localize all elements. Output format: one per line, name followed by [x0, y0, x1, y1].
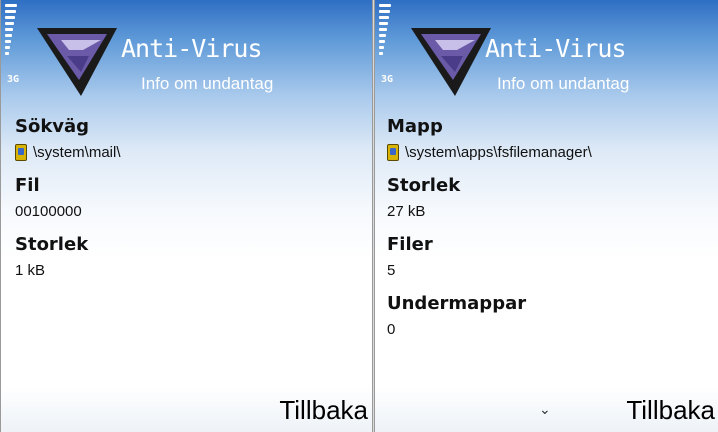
folder-value-row[interactable]: \system\apps\fsfilemanager\	[387, 141, 709, 163]
size-value[interactable]: 27 kB	[387, 200, 709, 222]
folder-value: \system\apps\fsfilemanager\	[405, 143, 592, 161]
file-label: Fil	[15, 175, 40, 196]
size-value[interactable]: 1 kB	[15, 259, 362, 281]
left-phone-screen: 3G Anti-Virus Info om undantag Sökväg \s…	[0, 0, 373, 432]
app-subtitle: Info om undantag	[497, 74, 630, 93]
exception-info-list: Sökväg \system\mail\ Fil 00100000 Storle…	[15, 112, 362, 293]
right-phone-screen: 3G Anti-Virus Info om undantag Mapp \sys…	[374, 0, 718, 432]
f-secure-logo-icon	[411, 28, 491, 96]
size-label: Storlek	[15, 234, 89, 255]
path-value-row[interactable]: \system\mail\	[15, 141, 362, 163]
subfolders-label: Undermappar	[387, 293, 527, 314]
folder-label: Mapp	[387, 116, 443, 137]
signal-strength-icon	[5, 4, 17, 74]
network-type-label: 3G	[7, 74, 20, 85]
network-type-label: 3G	[381, 74, 394, 85]
back-softkey[interactable]: Tillbaka	[279, 395, 368, 426]
subfolders-value[interactable]: 0	[387, 318, 709, 340]
path-value: \system\mail\	[33, 143, 121, 161]
memory-icon	[15, 143, 27, 161]
back-softkey[interactable]: Tillbaka	[626, 395, 715, 426]
exception-info-list: Mapp \system\apps\fsfilemanager\ Storlek…	[387, 112, 709, 352]
app-subtitle: Info om undantag	[141, 74, 274, 93]
memory-icon	[387, 143, 399, 161]
path-label: Sökväg	[15, 116, 90, 137]
scroll-down-icon: ⌄	[539, 402, 551, 418]
app-title: Anti-Virus	[121, 34, 263, 63]
files-value[interactable]: 5	[387, 259, 709, 281]
file-value[interactable]: 00100000	[15, 200, 362, 222]
files-label: Filer	[387, 234, 433, 255]
signal-strength-icon	[379, 4, 391, 74]
f-secure-logo-icon	[37, 28, 117, 96]
size-label: Storlek	[387, 175, 461, 196]
app-title: Anti-Virus	[485, 34, 627, 63]
